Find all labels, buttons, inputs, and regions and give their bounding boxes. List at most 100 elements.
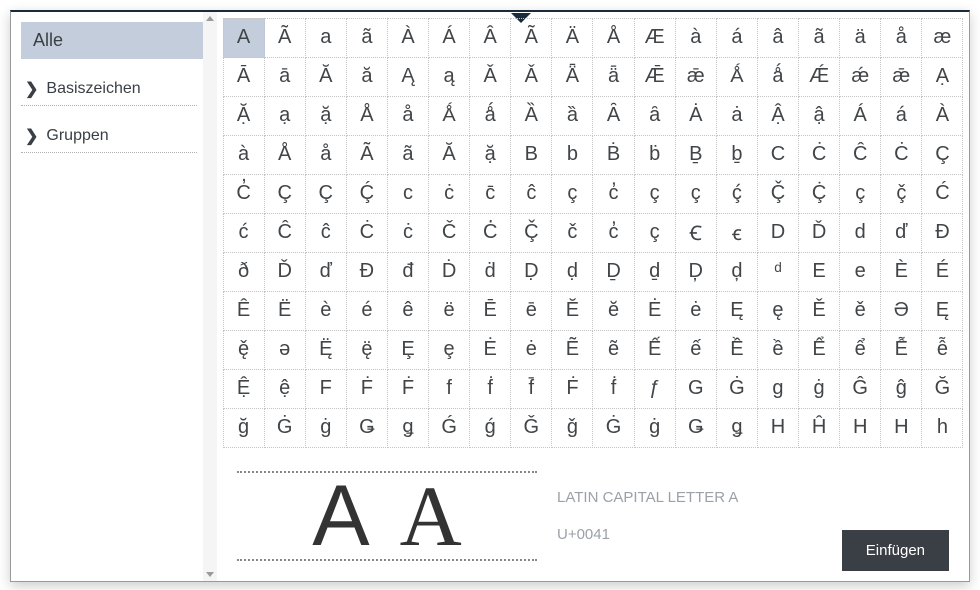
char-cell[interactable]: Ḉ <box>346 174 388 214</box>
char-cell[interactable]: Ặ <box>223 96 265 136</box>
char-cell[interactable]: ặ <box>305 96 347 136</box>
char-cell[interactable]: Ç <box>264 174 306 214</box>
char-cell[interactable]: ȧ <box>716 96 758 136</box>
char-cell[interactable]: å <box>880 18 922 58</box>
char-cell[interactable]: Ǻ <box>428 96 470 136</box>
char-cell[interactable]: ç <box>634 174 676 214</box>
char-cell[interactable]: Ç̌ <box>510 213 552 253</box>
char-cell[interactable]: Ë <box>264 291 306 331</box>
char-cell[interactable]: ġ <box>798 369 840 409</box>
char-cell[interactable]: E <box>798 252 840 292</box>
char-cell[interactable]: ê <box>387 291 429 331</box>
char-cell[interactable]: Ḍ <box>510 252 552 292</box>
char-cell[interactable]: Ǎ <box>469 57 511 97</box>
char-cell[interactable]: Ċ <box>346 213 388 253</box>
char-cell[interactable]: č <box>551 213 593 253</box>
char-cell[interactable]: ď <box>880 213 922 253</box>
insert-button[interactable]: Einfügen <box>842 530 949 571</box>
char-cell[interactable]: ƒ <box>634 369 676 409</box>
char-cell[interactable]: Ǥ <box>346 408 388 448</box>
char-cell[interactable]: Ĥ <box>798 408 840 448</box>
char-cell[interactable]: ę̈ <box>346 330 388 370</box>
char-cell[interactable]: đ <box>387 252 429 292</box>
char-cell[interactable]: ḍ <box>551 252 593 292</box>
char-cell[interactable]: ç <box>675 174 717 214</box>
char-cell[interactable]: å <box>387 96 429 136</box>
char-cell[interactable]: Ė <box>469 330 511 370</box>
char-cell[interactable]: Ệ <box>223 369 265 409</box>
char-cell[interactable]: Ġ <box>264 408 306 448</box>
char-cell[interactable]: Ä <box>551 18 593 58</box>
char-cell[interactable]: ä <box>839 18 881 58</box>
char-cell[interactable]: É <box>921 252 963 292</box>
char-cell[interactable]: b <box>551 135 593 175</box>
char-cell[interactable]: À <box>921 96 963 136</box>
char-cell[interactable]: ğ <box>223 408 265 448</box>
char-cell[interactable]: ǣ <box>675 57 717 97</box>
char-cell[interactable]: ǽ <box>839 57 881 97</box>
char-cell[interactable]: ç̌ <box>880 174 922 214</box>
char-cell[interactable]: ǻ <box>469 96 511 136</box>
char-cell[interactable]: Ę <box>921 291 963 331</box>
char-cell[interactable]: ė <box>675 291 717 331</box>
char-cell[interactable]: ã <box>798 18 840 58</box>
char-cell[interactable]: ě <box>839 291 881 331</box>
char-cell[interactable]: ę <box>757 291 799 331</box>
char-cell[interactable]: é <box>346 291 388 331</box>
char-cell[interactable]: c̄ <box>469 174 511 214</box>
char-cell[interactable]: F <box>305 369 347 409</box>
char-cell[interactable]: Ĉ <box>839 135 881 175</box>
char-cell[interactable]: Ġ <box>716 369 758 409</box>
char-cell[interactable]: Ḟ <box>387 369 429 409</box>
char-cell[interactable]: Ĕ <box>551 291 593 331</box>
char-cell[interactable]: d <box>839 213 881 253</box>
char-cell[interactable]: Ǵ <box>428 408 470 448</box>
char-cell[interactable]: ç <box>839 174 881 214</box>
char-cell[interactable]: Æ <box>634 18 676 58</box>
char-cell[interactable]: ġ <box>634 408 676 448</box>
char-cell[interactable]: á <box>880 96 922 136</box>
char-grid-scroll[interactable]: AÃaãÀÁÂÃÄÅÆàáâãäåæĀāĂăĄąǍǍǞǟǢǣǺǻǼǽǣẠẶạặÅ… <box>217 12 969 451</box>
char-cell[interactable]: Ą <box>387 57 429 97</box>
char-cell[interactable]: ǥ <box>387 408 429 448</box>
char-cell[interactable]: Ǣ <box>634 57 676 97</box>
char-cell[interactable]: æ <box>921 18 963 58</box>
category-item[interactable]: Alle <box>21 22 207 59</box>
char-cell[interactable]: B <box>510 135 552 175</box>
char-cell[interactable]: ę̌ <box>223 330 265 370</box>
char-cell[interactable]: Ǥ <box>675 408 717 448</box>
char-cell[interactable]: ć <box>223 213 265 253</box>
char-cell[interactable]: ḏ <box>634 252 676 292</box>
char-cell[interactable]: Č <box>428 213 470 253</box>
char-cell[interactable]: ḇ <box>716 135 758 175</box>
char-cell[interactable]: H <box>880 408 922 448</box>
char-cell[interactable]: Ḇ <box>675 135 717 175</box>
char-cell[interactable]: ặ <box>469 135 511 175</box>
char-cell[interactable]: ḉ <box>716 174 758 214</box>
char-cell[interactable]: c̓ <box>592 174 634 214</box>
char-cell[interactable]: Á <box>428 18 470 58</box>
char-cell[interactable]: Ę̈ <box>305 330 347 370</box>
char-cell[interactable]: Ǎ <box>510 57 552 97</box>
char-cell[interactable]: Ď <box>264 252 306 292</box>
char-cell[interactable]: ể <box>839 330 881 370</box>
char-cell[interactable]: h <box>921 408 963 448</box>
char-cell[interactable]: Ã <box>510 18 552 58</box>
char-cell[interactable]: Ȩ <box>387 330 429 370</box>
char-cell[interactable]: a <box>305 18 347 58</box>
char-cell[interactable]: Â <box>469 18 511 58</box>
char-cell[interactable]: Ḋ <box>428 252 470 292</box>
char-cell[interactable]: f̄ <box>510 369 552 409</box>
char-cell[interactable]: á <box>716 18 758 58</box>
char-cell[interactable]: ệ <box>264 369 306 409</box>
char-cell[interactable]: c <box>387 174 429 214</box>
char-cell[interactable]: ế <box>675 330 717 370</box>
char-cell[interactable]: ḃ <box>634 135 676 175</box>
char-cell[interactable]: G <box>675 369 717 409</box>
char-cell[interactable]: ǥ <box>716 408 758 448</box>
char-cell[interactable]: ꞓ <box>716 213 758 253</box>
char-cell[interactable]: ə <box>264 330 306 370</box>
char-cell[interactable]: Ꞓ <box>675 213 717 253</box>
char-cell[interactable]: ȩ <box>428 330 470 370</box>
char-cell[interactable]: Ç̇ <box>798 174 840 214</box>
